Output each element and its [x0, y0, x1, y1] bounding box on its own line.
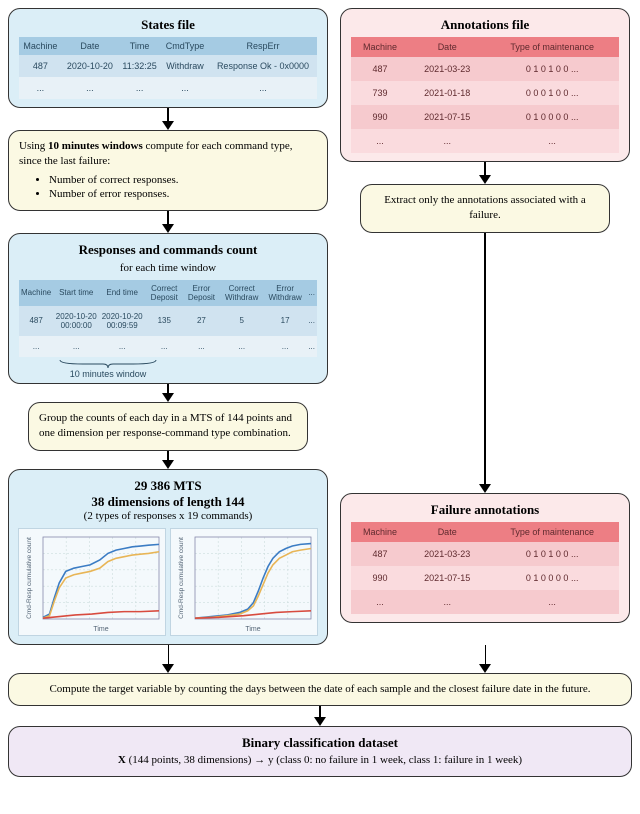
- chart-svg: Time Cmd-Resp cumulative count: [175, 533, 315, 633]
- table-row: 9902021-07-150 1 0 0 0 0 ...: [351, 566, 619, 590]
- states-file-table: Machine Date Time CmdType RespErr 487 20…: [19, 37, 317, 99]
- svg-text:Cmd-Resp cumulative count: Cmd-Resp cumulative count: [26, 537, 33, 619]
- step-windows-text: Using 10 minutes windows compute for eac…: [19, 139, 317, 170]
- step-extract-box: Extract only the annotations associated …: [360, 184, 610, 233]
- table-row: ... ... ... ... ...: [19, 77, 317, 99]
- chart-svg: Time Cmd-Resp cumulative count: [23, 533, 163, 633]
- step-group-text: Group the counts of each day in a MTS of…: [39, 411, 297, 442]
- table-row: 4872021-03-230 1 0 1 0 0 ...: [351, 542, 619, 566]
- responses-count-table: Machine Start time End time Correct Depo…: [19, 280, 317, 357]
- step-group-box: Group the counts of each day in a MTS of…: [28, 402, 308, 451]
- mts-box: 29 386 MTS 38 dimensions of length 144 (…: [8, 469, 328, 645]
- svg-text:Time: Time: [245, 626, 260, 633]
- step-extract-text: Extract only the annotations associated …: [371, 193, 599, 224]
- table-row: 7392021-01-180 0 0 1 0 0 ...: [351, 81, 619, 105]
- arrow-icon: [479, 233, 491, 493]
- responses-count-title: Responses and commands count: [19, 242, 317, 258]
- annotations-file-table: Machine Date Type of maintenance 4872021…: [351, 37, 619, 153]
- mts-line3: (2 types of responses x 19 commands): [19, 510, 317, 522]
- step-target-box: Compute the target variable by counting …: [8, 673, 632, 706]
- failure-annotations-table: Machine Date Type of maintenance 4872021…: [351, 522, 619, 614]
- mts-chart-1: Time Cmd-Resp cumulative count: [18, 528, 166, 636]
- table-row: ... ... ... ... ... ... ... ...: [19, 336, 317, 357]
- arrow-icon: [8, 706, 632, 726]
- merge-connector: [8, 645, 632, 673]
- responses-count-box: Responses and commands count for each ti…: [8, 233, 328, 384]
- failure-annotations-box: Failure annotations Machine Date Type of…: [340, 493, 630, 623]
- svg-text:Time: Time: [93, 626, 108, 633]
- arrow-icon: [162, 451, 174, 469]
- table-row: 487 2020-10-20 11:32:25 Withdraw Respons…: [19, 55, 317, 77]
- annotations-file-title: Annotations file: [351, 17, 619, 33]
- arrow-icon: [162, 211, 174, 233]
- mts-chart-2: Time Cmd-Resp cumulative count: [170, 528, 318, 636]
- table-row: .........: [351, 129, 619, 153]
- final-formula: X (144 points, 38 dimensions) → y (class…: [19, 753, 621, 768]
- annotations-file-box: Annotations file Machine Date Type of ma…: [340, 8, 630, 162]
- states-file-title: States file: [19, 17, 317, 33]
- svg-text:Cmd-Resp cumulative count: Cmd-Resp cumulative count: [178, 537, 185, 619]
- failure-annotations-title: Failure annotations: [351, 502, 619, 518]
- states-file-box: States file Machine Date Time CmdType Re…: [8, 8, 328, 108]
- brace-annotation: 10 minutes window: [0, 359, 317, 379]
- step-target-text: Compute the target variable by counting …: [19, 682, 621, 697]
- mts-line1: 29 386 MTS: [19, 478, 317, 494]
- table-row: 487 2020-10-20 00:00:00 2020-10-20 00:09…: [19, 306, 317, 336]
- table-row: 9902021-07-150 1 0 0 0 0 ...: [351, 105, 619, 129]
- table-row: 4872021-03-230 1 0 1 0 0 ...: [351, 57, 619, 81]
- arrow-icon: [162, 108, 174, 130]
- arrow-icon: [162, 384, 174, 402]
- responses-count-subtitle: for each time window: [19, 262, 317, 274]
- arrow-icon: [479, 162, 491, 184]
- mts-line2: 38 dimensions of length 144: [19, 494, 317, 510]
- table-row: .........: [351, 590, 619, 614]
- final-title: Binary classification dataset: [19, 735, 621, 751]
- step-windows-bullets: Number of correct responses. Number of e…: [49, 174, 317, 200]
- step-windows-box: Using 10 minutes windows compute for eac…: [8, 130, 328, 211]
- final-box: Binary classification dataset X (144 poi…: [8, 726, 632, 777]
